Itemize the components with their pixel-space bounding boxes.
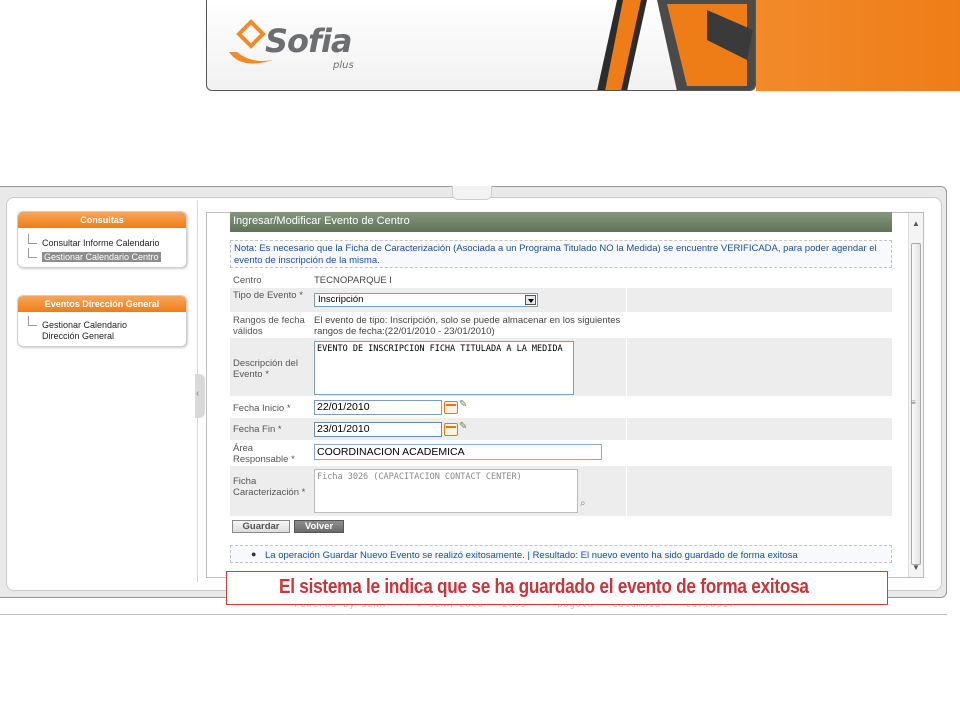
row-area: Área Responsable * COORDINACION ACADEMIC… bbox=[230, 440, 892, 466]
ficha-textarea[interactable]: Ficha 3026 (CAPACITACION CONTACT CENTER) bbox=[314, 469, 578, 513]
sofia-logo: Sofia plus bbox=[221, 10, 391, 80]
slide: Sofia plus ‹ Consultas Consultar Informe… bbox=[0, 0, 960, 720]
chevron-left-icon: ‹ bbox=[196, 388, 200, 399]
row-ficha: Ficha Caracterización * Ficha 3026 (CAPA… bbox=[230, 466, 892, 516]
sidebar-item-label: Gestionar Calendario Dirección General bbox=[42, 320, 128, 341]
scroll-down-icon[interactable]: ▼ bbox=[912, 563, 920, 572]
sidebar-item-consultar-informe[interactable]: Consultar Informe Calendario bbox=[18, 234, 186, 249]
sidebar-item-gestionar-direccion[interactable]: Gestionar Calendario Dirección General bbox=[18, 316, 186, 342]
descripcion-label: Descripción del Evento * bbox=[233, 358, 298, 380]
centro-label: Centro bbox=[233, 275, 262, 286]
tipo-evento-select[interactable]: Inscripción bbox=[314, 293, 538, 307]
banner-decoration bbox=[597, 0, 755, 90]
bullet-icon: ● bbox=[251, 549, 257, 559]
logo-subtext: plus bbox=[333, 60, 354, 71]
form-note: Nota: Es necesario que la Ficha de Carac… bbox=[230, 240, 892, 268]
area-input[interactable]: COORDINACION ACADEMICA bbox=[314, 444, 602, 460]
descripcion-textarea[interactable]: EVENTO DE INSCRIPCION FICHA TITULADA A L… bbox=[314, 341, 574, 395]
row-fecha-inicio: Fecha Inicio * 22/01/2010 ✎ bbox=[230, 396, 892, 418]
tipo-evento-label: Tipo de Evento * bbox=[233, 290, 303, 301]
calendar-icon[interactable] bbox=[444, 401, 458, 414]
sidebar-item-label: Gestionar Calendario Centro bbox=[42, 252, 161, 262]
ficha-label: Ficha Caracterización * bbox=[233, 476, 306, 498]
sidebar-panel-consultas: Consultas Consultar Informe Calendario G… bbox=[17, 211, 187, 268]
header-orange-band bbox=[756, 0, 960, 91]
row-fecha-fin: Fecha Fin * 23/01/2010 ✎ bbox=[230, 418, 892, 440]
row-tipo-evento: Tipo de Evento * Inscripción bbox=[230, 288, 892, 312]
area-label: Área Responsable * bbox=[233, 443, 295, 465]
grip-icon: ≡ bbox=[911, 398, 916, 407]
search-edit-icon[interactable]: ⌕ bbox=[580, 498, 592, 510]
scroll-up-icon[interactable]: ▲ bbox=[912, 219, 920, 228]
panel-title: Eventos Dirección General bbox=[18, 296, 186, 312]
callout-box: El sistema le indica que se ha guardado … bbox=[226, 571, 888, 605]
logo-text: Sofia bbox=[265, 22, 353, 60]
cell-separator bbox=[626, 418, 627, 440]
centro-value: TECNOPARQUE I bbox=[314, 275, 392, 286]
cell-separator bbox=[626, 338, 627, 396]
callout-text: El sistema le indica que se ha guardado … bbox=[279, 576, 809, 598]
footer-divider bbox=[0, 614, 947, 615]
panel-title: Consultas bbox=[18, 212, 186, 228]
sidebar-item-label: Consultar Informe Calendario bbox=[42, 238, 160, 248]
sidebar-item-gestionar-centro[interactable]: Gestionar Calendario Centro bbox=[18, 248, 186, 263]
sidebar-panel-eventos: Eventos Dirección General Gestionar Cale… bbox=[17, 295, 187, 347]
pencil-check-icon[interactable]: ✎ bbox=[459, 421, 471, 433]
fecha-inicio-input[interactable]: 22/01/2010 bbox=[314, 400, 442, 415]
row-rangos: Rangos de fecha válidos El evento de tip… bbox=[230, 312, 892, 338]
form-title: Ingresar/Modificar Evento de Centro bbox=[230, 212, 892, 232]
header-collapse-tab[interactable] bbox=[452, 186, 492, 200]
guardar-button[interactable]: Guardar bbox=[232, 520, 290, 533]
content-scrollbar[interactable]: ▲ ≡ ▼ bbox=[908, 213, 923, 577]
pencil-check-icon[interactable]: ✎ bbox=[459, 399, 471, 411]
tipo-evento-selected: Inscripción bbox=[318, 294, 364, 305]
row-centro: Centro TECNOPARQUE I bbox=[230, 272, 892, 288]
sidebar-toggle[interactable]: ‹ bbox=[195, 374, 205, 418]
fecha-inicio-label: Fecha Inicio * bbox=[233, 403, 291, 414]
rangos-value: El evento de tipo: Inscripción, solo se … bbox=[314, 315, 621, 337]
cell-separator bbox=[626, 288, 627, 312]
rangos-label: Rangos de fecha válidos bbox=[233, 315, 305, 337]
chevron-down-icon[interactable] bbox=[525, 295, 536, 305]
row-descripcion: Descripción del Evento * EVENTO DE INSCR… bbox=[230, 338, 892, 396]
calendar-icon[interactable] bbox=[444, 423, 458, 436]
fecha-fin-input[interactable]: 23/01/2010 bbox=[314, 422, 442, 437]
fecha-fin-label: Fecha Fin * bbox=[233, 424, 282, 435]
header-banner: Sofia plus bbox=[206, 0, 756, 91]
success-message: ● La operación Guardar Nuevo Evento se r… bbox=[230, 545, 892, 563]
success-message-text: La operación Guardar Nuevo Evento se rea… bbox=[265, 550, 798, 561]
cell-separator bbox=[626, 466, 627, 516]
volver-button[interactable]: Volver bbox=[294, 520, 344, 533]
